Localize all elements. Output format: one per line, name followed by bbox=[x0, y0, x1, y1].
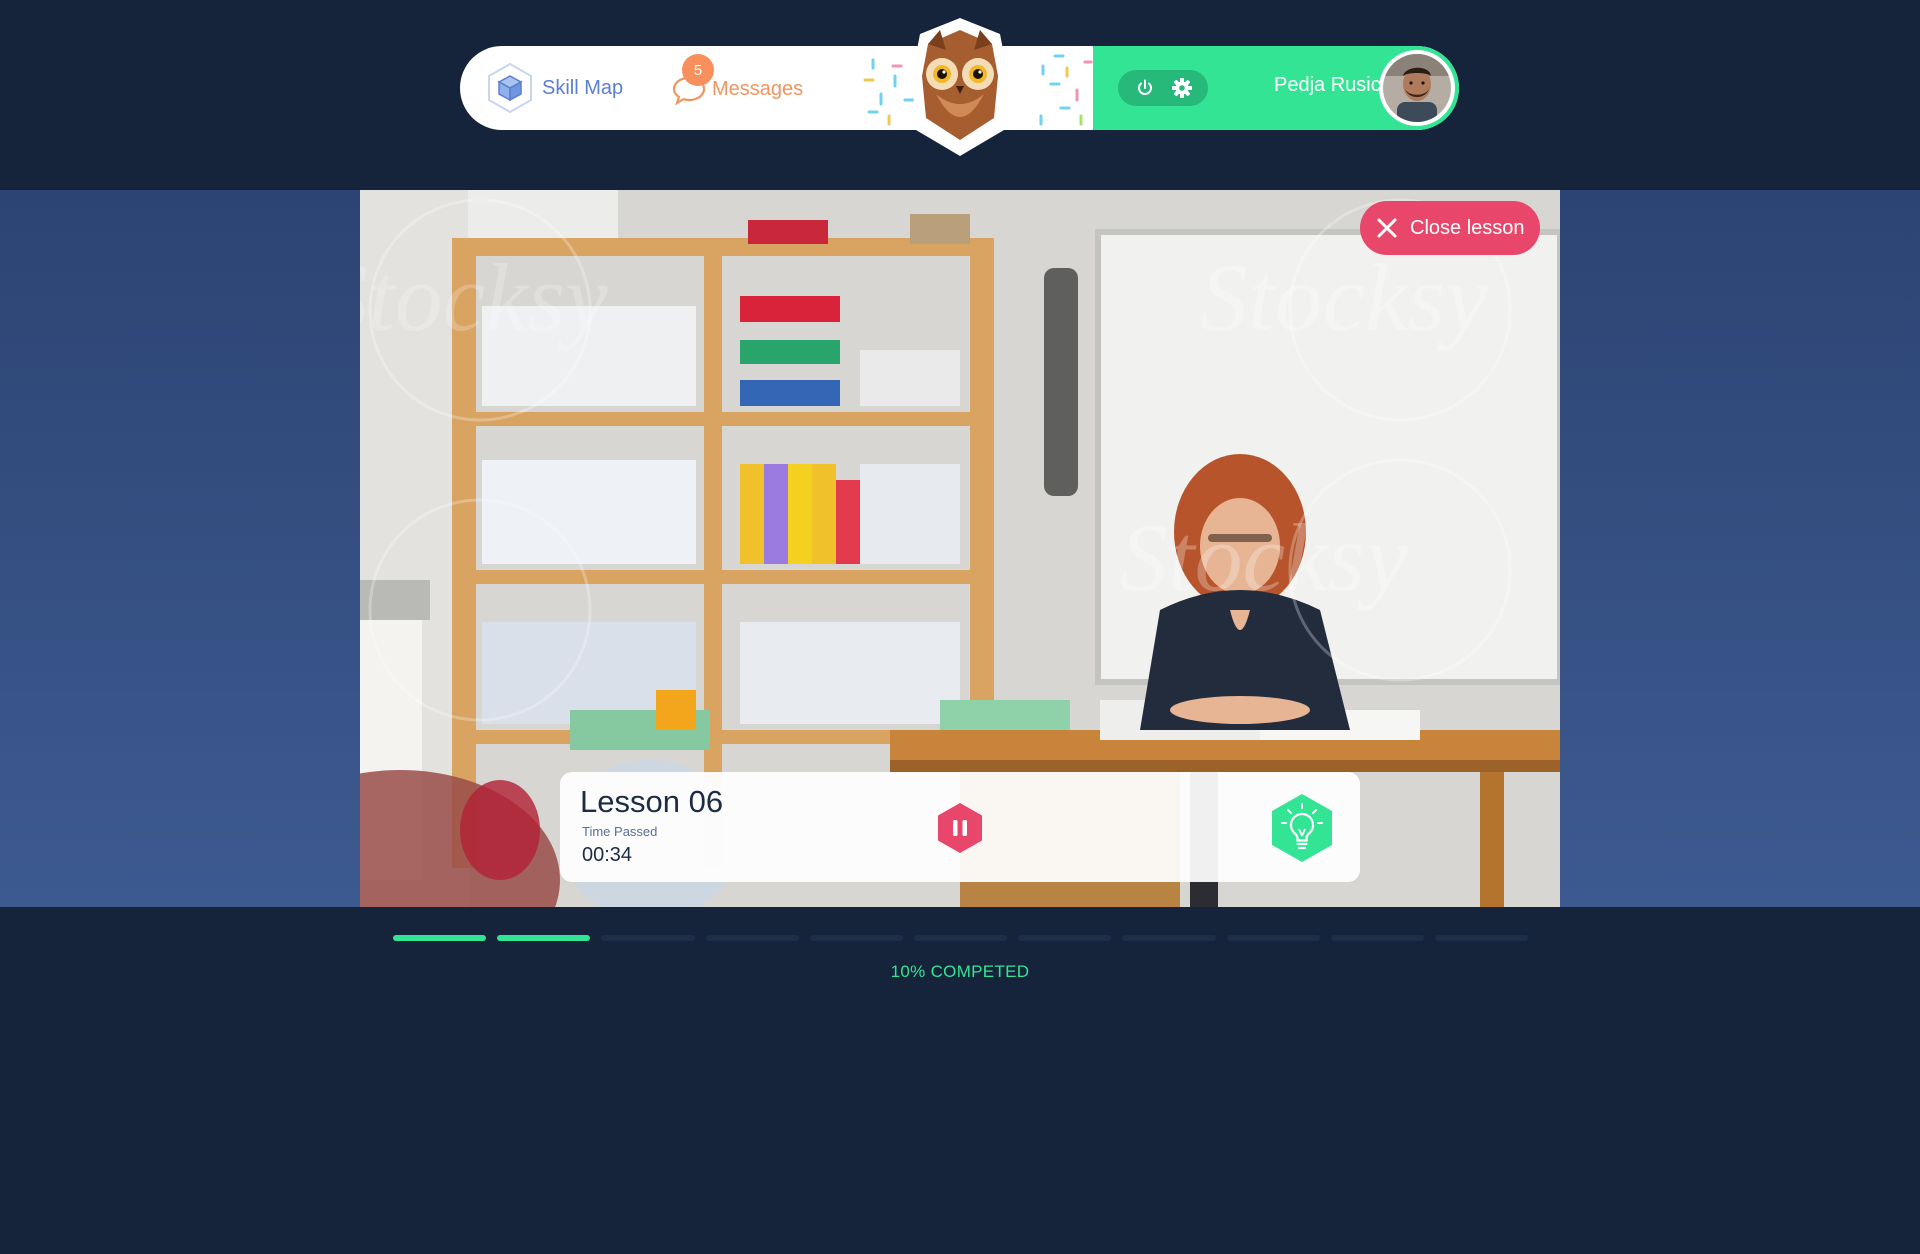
lesson-control-card: Lesson 06 Time Passed 00:34 bbox=[560, 772, 1360, 882]
gear-icon bbox=[1171, 78, 1192, 98]
messages-count-badge: 5 bbox=[682, 54, 714, 86]
watermark-text: Stocksy bbox=[1120, 504, 1408, 611]
close-lesson-button[interactable]: Close lesson bbox=[1360, 201, 1540, 255]
owl-logo bbox=[912, 18, 1008, 156]
progress-segment bbox=[601, 935, 695, 941]
power-icon bbox=[1137, 79, 1152, 95]
progress-segment bbox=[1018, 935, 1112, 941]
lightbulb-icon bbox=[1272, 794, 1332, 862]
skill-map-label: Skill Map bbox=[542, 76, 624, 99]
watermark-text: Stocksy bbox=[1200, 244, 1488, 351]
watermark-text: Stocksy bbox=[360, 244, 608, 351]
progress-segment bbox=[913, 935, 1008, 941]
close-icon bbox=[1377, 218, 1397, 238]
power-button[interactable] bbox=[1132, 75, 1158, 101]
messages-label: Messages bbox=[712, 77, 804, 100]
lesson-progress-bar bbox=[393, 935, 1529, 941]
user-photo bbox=[1383, 54, 1451, 122]
progress-segment bbox=[1122, 935, 1216, 941]
close-lesson-label: Close lesson bbox=[1410, 216, 1525, 239]
cube-icon bbox=[488, 62, 532, 114]
user-name: Pedja Rusic bbox=[1274, 74, 1381, 96]
skill-map-link[interactable]: Skill Map bbox=[484, 62, 623, 114]
progress-segment bbox=[1226, 935, 1320, 941]
progress-segment bbox=[809, 935, 903, 941]
lesson-title: Lesson 06 bbox=[580, 784, 724, 819]
hint-button[interactable] bbox=[1266, 792, 1338, 864]
time-passed-label: Time Passed bbox=[582, 824, 658, 839]
progress-label: 10% COMPETED bbox=[890, 962, 1030, 981]
progress-segment bbox=[1434, 935, 1529, 941]
pause-icon bbox=[938, 803, 982, 853]
progress-segment bbox=[1330, 935, 1424, 941]
progress-segment bbox=[497, 935, 591, 941]
avatar[interactable] bbox=[1379, 50, 1455, 126]
time-passed-value: 00:34 bbox=[582, 844, 633, 866]
pause-button[interactable] bbox=[934, 802, 986, 854]
settings-button[interactable] bbox=[1169, 75, 1195, 101]
session-controls bbox=[1118, 70, 1208, 106]
progress-segment bbox=[393, 935, 487, 941]
progress-segment bbox=[705, 935, 799, 941]
